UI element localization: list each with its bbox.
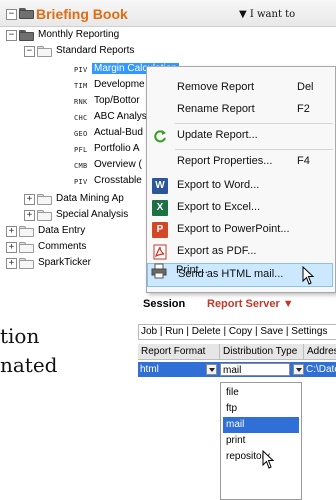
expand-icon[interactable]: + [24, 194, 35, 205]
menu-item-label: Export to PowerPoint... [177, 223, 290, 235]
report-type-code: CMB [74, 162, 88, 170]
refresh-icon [154, 130, 166, 143]
menu-item-label: Export to Word... [177, 179, 260, 191]
report-item[interactable]: Developme [94, 79, 145, 90]
folder-icon [37, 194, 52, 205]
menu-shortcut: Del [297, 81, 314, 93]
chevron-down-icon[interactable] [293, 364, 304, 375]
session-label[interactable]: Session [143, 298, 185, 310]
distribution-type-select[interactable]: mail [220, 363, 290, 376]
menu-item-rename-report[interactable]: Rename Report F2 [147, 99, 333, 121]
report-item[interactable]: Overview ( [94, 159, 142, 170]
mouse-cursor-icon [302, 266, 315, 285]
report-type-code: RNK [74, 98, 88, 106]
menu-item-label: Remove Report [177, 81, 255, 93]
report-type-code: PIV [74, 178, 88, 186]
distribution-toolbar[interactable]: Job | Run | Delete | Copy | Save | Setti… [138, 324, 336, 340]
tree-item-data-mining[interactable]: Data Mining Ap [56, 193, 124, 204]
menu-item-label: Export to Excel... [177, 201, 261, 213]
tree-item-comments[interactable]: Comments [38, 241, 86, 252]
expand-icon[interactable]: + [6, 226, 17, 237]
report-format-value: html [140, 364, 159, 375]
menu-item-label: Export as PDF... [177, 245, 257, 257]
powerpoint-icon: P [152, 222, 168, 238]
tree-item-standard-reports[interactable]: Standard Reports [56, 45, 134, 56]
background-text: nated [0, 353, 58, 377]
menu-item-export-powerpoint[interactable]: P Export to PowerPoint... [147, 219, 333, 241]
word-icon: W [152, 178, 168, 194]
table-header: Report Format Distribution Type Address [138, 344, 336, 360]
report-type-code: GEO [74, 130, 88, 138]
dropdown-option[interactable]: print [223, 433, 299, 449]
collapse-icon[interactable]: − [6, 9, 17, 20]
folder-icon [19, 30, 34, 41]
pdf-icon [153, 244, 167, 260]
menu-separator [175, 149, 333, 150]
tree-item-monthly-reporting[interactable]: Monthly Reporting [38, 29, 119, 40]
menu-separator [175, 123, 333, 124]
report-server-dropdown[interactable]: Report Server ▼ [207, 298, 294, 310]
folder-icon [19, 242, 34, 253]
report-type-code: PFL [74, 146, 88, 154]
menu-item-remove-report[interactable]: Remove Report Del [147, 77, 333, 99]
i-want-to-dropdown[interactable]: ▼ I want to [239, 9, 295, 20]
folder-icon [19, 258, 34, 269]
collapse-icon[interactable]: − [24, 46, 35, 57]
expand-icon[interactable]: + [6, 258, 17, 269]
column-header-report-format: Report Format [138, 344, 220, 359]
report-item[interactable]: Actual-Bud [94, 127, 143, 138]
distribution-type-dropdown-list: file ftp mail print repository [220, 382, 302, 500]
report-type-code: CHC [74, 114, 88, 122]
tree-item-special-analysis[interactable]: Special Analysis [56, 209, 128, 220]
expand-icon[interactable]: + [6, 242, 17, 253]
report-item[interactable]: Top/Bottor [94, 95, 140, 106]
dropdown-option[interactable]: ftp [223, 401, 299, 417]
chevron-down-icon[interactable] [206, 364, 217, 375]
menu-shortcut: F4 [297, 155, 310, 167]
background-text: tion [0, 324, 40, 348]
tree-item-data-entry[interactable]: Data Entry [38, 225, 85, 236]
report-item[interactable]: ABC Analys [94, 111, 147, 122]
menu-item-label: Report Properties... [177, 155, 273, 167]
table-row[interactable]: html mail C:\Date [138, 362, 336, 377]
printer-icon [151, 263, 167, 279]
column-header-distribution-type: Distribution Type [220, 344, 304, 359]
folder-icon [19, 226, 34, 237]
dropdown-option[interactable]: file [223, 385, 299, 401]
menu-item-report-properties[interactable]: Report Properties... F4 [147, 151, 333, 173]
briefing-book-title: Briefing Book [36, 6, 128, 22]
report-item[interactable]: Portfolio A [94, 143, 140, 154]
column-header-address: Address [307, 346, 336, 357]
menu-item-export-excel[interactable]: X Export to Excel... [147, 197, 333, 219]
report-type-code: TIM [74, 82, 88, 90]
expand-icon[interactable]: + [24, 210, 35, 221]
folder-icon [37, 46, 52, 57]
context-menu: Remove Report Del Rename Report F2 Updat… [146, 66, 336, 293]
address-value[interactable]: C:\Date [306, 363, 336, 376]
menu-item-label: Rename Report [177, 103, 255, 115]
report-item[interactable]: Crosstable [94, 175, 142, 186]
dropdown-option-selected[interactable]: mail [223, 417, 299, 433]
dropdown-option[interactable]: repository [223, 449, 299, 465]
menu-item-export-word[interactable]: W Export to Word... [147, 175, 333, 197]
menu-shortcut: F2 [297, 103, 310, 115]
folder-icon [37, 210, 52, 221]
collapse-icon[interactable]: − [6, 30, 17, 41]
menu-item-label: Update Report... [177, 129, 258, 141]
mouse-cursor-icon [262, 450, 275, 469]
report-type-code: PIV [74, 66, 88, 74]
menu-item-update-report[interactable]: Update Report... [147, 125, 333, 147]
tree-item-sparkticker[interactable]: SparkTicker [38, 257, 91, 268]
excel-icon: X [152, 200, 168, 216]
folder-icon [19, 8, 34, 19]
menu-item-label: Print... [176, 264, 208, 276]
